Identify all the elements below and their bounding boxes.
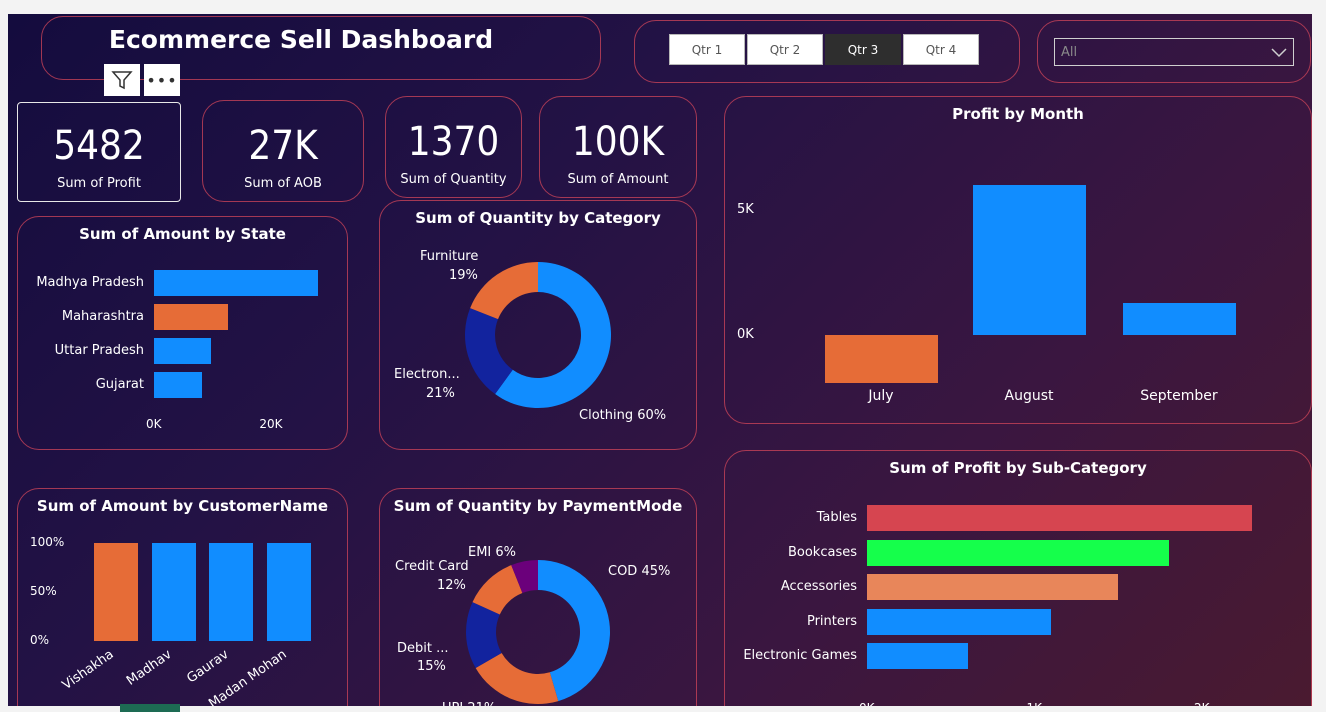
slice-label: 19% xyxy=(449,268,478,283)
dashboard-canvas: Ecommerce Sell Dashboard Qtr 1 Qtr 2 Qtr… xyxy=(8,14,1312,706)
category-label: Printers xyxy=(806,613,857,629)
x-tick-label: 20K xyxy=(259,417,283,431)
slice-label: Electron... xyxy=(394,367,460,382)
filter-icon xyxy=(111,71,133,90)
y-tick-label: 5K xyxy=(737,202,754,217)
kpi-label: Sum of Amount xyxy=(567,172,669,187)
bar xyxy=(209,543,253,641)
y-tick-label: 50% xyxy=(30,584,57,598)
bar xyxy=(867,608,1052,635)
bar xyxy=(867,539,1169,566)
category-label: Vishakha xyxy=(59,647,117,694)
category-label: Electronic Games xyxy=(743,648,857,664)
more-options-button[interactable]: ••• xyxy=(144,64,180,96)
slice-label: Furniture xyxy=(420,249,479,264)
qtr2-button[interactable]: Qtr 2 xyxy=(747,34,823,65)
quantity-by-category-card: Sum of Quantity by Category Clothing 60%… xyxy=(379,200,697,450)
x-tick-label: 0K xyxy=(146,417,162,431)
kpi-label: Sum of Profit xyxy=(57,176,141,191)
profit-by-subcategory-card: Sum of Profit by Sub-Category Tables Book… xyxy=(724,450,1312,706)
kpi-label: Sum of AOB xyxy=(244,176,322,191)
kpi-card-profit: 5482 Sum of Profit xyxy=(17,102,181,202)
browser-top-strip xyxy=(0,0,1326,14)
y-tick-label: 0K xyxy=(737,327,754,342)
chart-title: Sum of Amount by CustomerName xyxy=(36,497,329,515)
chart-title: Sum of Profit by Sub-Category xyxy=(889,459,1147,477)
kpi-value: 100K xyxy=(571,119,665,165)
category-label: September xyxy=(1140,388,1218,404)
filter-button[interactable] xyxy=(104,64,140,96)
category-label: August xyxy=(1004,388,1054,404)
kpi-card-amount: 100K Sum of Amount xyxy=(539,96,697,198)
kpi-value: 27K xyxy=(248,123,318,169)
y-tick-label: 100% xyxy=(30,535,65,549)
qtr4-button[interactable]: Qtr 4 xyxy=(903,34,979,65)
category-label: July xyxy=(868,388,894,404)
slice-label: Credit Card xyxy=(395,559,469,574)
bar xyxy=(824,335,938,383)
donut-slice xyxy=(470,262,538,320)
category-label: Bookcases xyxy=(787,544,857,560)
bar xyxy=(154,338,211,364)
slice-label: 15% xyxy=(417,659,446,674)
bar xyxy=(867,574,1119,601)
qtr3-button[interactable]: Qtr 3 xyxy=(825,34,901,65)
y-tick-label: 0% xyxy=(30,633,50,647)
bar xyxy=(867,505,1253,531)
slice-label: Debit ... xyxy=(397,641,449,656)
category-label: Tables xyxy=(816,510,857,525)
slice-label: EMI 6% xyxy=(468,545,517,560)
category-label: Madhav xyxy=(123,647,175,689)
profit-by-month-card: Profit by Month July August September 5K 0K xyxy=(724,96,1312,424)
bar xyxy=(154,372,203,398)
bar xyxy=(154,270,319,296)
category-label: Madhya Pradesh xyxy=(36,275,144,290)
category-label: Gaurav xyxy=(184,647,232,687)
bar xyxy=(94,543,138,641)
bar xyxy=(867,643,968,670)
kpi-value: 5482 xyxy=(53,123,145,169)
dropdown-value: All xyxy=(1061,44,1078,60)
category-label: Maharashtra xyxy=(61,309,144,324)
bar xyxy=(152,543,196,641)
category-label: Gujarat xyxy=(95,377,144,392)
bottom-strip xyxy=(0,706,1326,712)
kpi-card-quantity: 1370 Sum of Quantity xyxy=(385,96,522,198)
bar xyxy=(1122,302,1236,335)
amount-by-state-card: Sum of Amount by State Madhya Pradesh Mah… xyxy=(17,216,348,450)
page-tab-indicator[interactable] xyxy=(120,704,180,712)
dashboard-title: Ecommerce Sell Dashboard xyxy=(108,25,494,54)
chart-title: Profit by Month xyxy=(952,105,1084,123)
chart-title: Sum of Amount by State xyxy=(79,225,286,243)
kpi-card-aob: 27K Sum of AOB xyxy=(202,100,364,202)
category-label: Uttar Pradesh xyxy=(54,343,144,358)
bar xyxy=(972,185,1086,335)
category-label: Accessories xyxy=(780,579,857,595)
more-options-icon: ••• xyxy=(146,70,178,90)
slice-label: 21% xyxy=(426,386,455,401)
slice-label: COD 45% xyxy=(608,564,671,579)
bar xyxy=(154,304,228,330)
bar xyxy=(267,543,311,641)
qtr1-button[interactable]: Qtr 1 xyxy=(669,34,745,65)
amount-by-customer-card: Sum of Amount by CustomerName Vishakha Ma… xyxy=(17,488,348,706)
slice-label: 12% xyxy=(437,578,466,593)
slice-label: Clothing 60% xyxy=(579,408,667,423)
state-dropdown[interactable]: All xyxy=(1054,38,1294,66)
kpi-value: 1370 xyxy=(407,119,500,165)
quantity-by-payment-card: Sum of Quantity by PaymentMode COD 45%UP… xyxy=(379,488,697,706)
quarter-slicer: Qtr 1 Qtr 2 Qtr 3 Qtr 4 xyxy=(669,34,979,65)
chevron-down-icon xyxy=(1271,48,1287,58)
kpi-label: Sum of Quantity xyxy=(400,172,507,187)
